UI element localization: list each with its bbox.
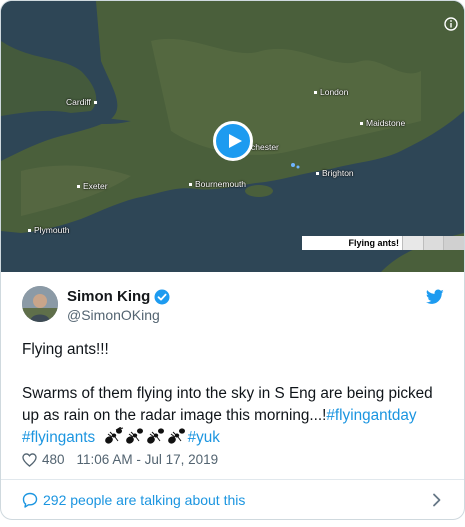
city-label: Exeter <box>77 181 108 191</box>
hashtag-link[interactable]: #flyingantday <box>326 407 416 424</box>
display-name[interactable]: Simon King <box>67 288 150 305</box>
author-name-row[interactable]: Simon King <box>67 288 170 305</box>
play-button[interactable] <box>213 121 253 161</box>
legend-swatch <box>443 236 464 250</box>
verified-badge-icon <box>154 289 170 304</box>
ant-emoji-icon <box>104 427 123 444</box>
info-icon[interactable] <box>444 17 458 31</box>
radar-video[interactable]: London Cardiff Maidstone chester Brighto… <box>1 1 464 272</box>
legend-label: Flying ants! <box>302 236 402 250</box>
city-label: Bournemouth <box>189 179 246 189</box>
city-label: Brighton <box>316 168 354 178</box>
city-label: Plymouth <box>28 225 69 235</box>
ant-emoji-icon <box>146 428 164 444</box>
ant-emoji-icon <box>125 428 143 444</box>
heart-icon[interactable] <box>22 452 37 467</box>
play-icon <box>228 134 242 148</box>
talking-link[interactable]: 292 people are talking about this <box>1 480 464 519</box>
radar-legend: Flying ants! <box>302 236 464 250</box>
timestamp-link[interactable]: 11:06 AM - Jul 17, 2019 <box>77 452 219 467</box>
twitter-bird-icon[interactable] <box>426 289 444 305</box>
tweet-meta: 480 11:06 AM - Jul 17, 2019 <box>22 452 218 467</box>
tweet-embed: London Cardiff Maidstone chester Brighto… <box>0 0 465 520</box>
avatar[interactable] <box>22 286 58 322</box>
city-label: London <box>314 87 348 97</box>
city-label: Maidstone <box>360 118 405 128</box>
tweet-line: Flying ants!!! <box>22 341 109 358</box>
reply-bubble-icon <box>22 492 38 508</box>
legend-swatch <box>422 236 444 250</box>
avatar-photo <box>22 286 58 322</box>
author-handle[interactable]: @SimonOKing <box>67 307 160 323</box>
chevron-right-icon <box>433 493 441 507</box>
city-label: chester <box>251 142 279 152</box>
talking-text[interactable]: 292 people are talking about this <box>43 492 245 508</box>
city-label: Cardiff <box>66 97 100 107</box>
hashtag-link[interactable]: #flyingants <box>22 429 95 446</box>
tweet-text: Flying ants!!! Swarms of them flying int… <box>22 339 447 449</box>
like-count[interactable]: 480 <box>42 452 65 467</box>
legend-swatch <box>402 236 423 250</box>
hashtag-link[interactable]: #yuk <box>188 429 220 446</box>
ant-emoji-icon <box>167 428 185 444</box>
tweet-paragraph: Swarms of them flying into the sky in S … <box>22 383 447 449</box>
